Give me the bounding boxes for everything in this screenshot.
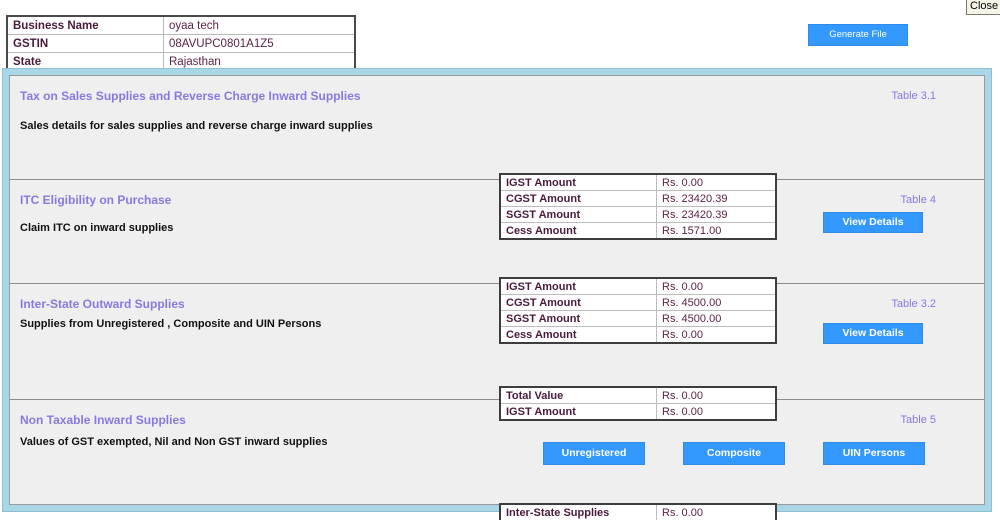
amount-label: IGST Amount xyxy=(499,403,657,421)
amount-value: Rs. 0.00 xyxy=(656,503,777,520)
table-row: Total Value Rs. 0.00 xyxy=(499,386,777,404)
section-description: Claim ITC on inward supplies xyxy=(20,222,174,234)
section-table-label: Table 5 xyxy=(900,414,936,426)
table-row: GSTIN 08AVUPC0801A1Z5 xyxy=(6,34,356,53)
business-name-label: Business Name xyxy=(6,15,164,35)
uin-persons-button[interactable]: UIN Persons xyxy=(823,442,925,465)
table-row: IGST Amount Rs. 0.00 xyxy=(499,173,777,191)
table-row: Cess Amount Rs. 1571.00 xyxy=(499,222,777,240)
table-row: SGST Amount Rs. 4500.00 xyxy=(499,310,777,327)
amount-label: SGST Amount xyxy=(499,206,657,223)
amount-value: Rs. 0.00 xyxy=(656,173,777,191)
amount-value: Rs. 0.00 xyxy=(656,277,777,295)
section-title: Inter-State Outward Supplies xyxy=(20,297,185,311)
amount-label: SGST Amount xyxy=(499,310,657,327)
business-info-table: Business Name oyaa tech GSTIN 08AVUPC080… xyxy=(6,15,356,72)
table-row: SGST Amount Rs. 23420.39 xyxy=(499,206,777,223)
returns-panel: Tax on Sales Supplies and Reverse Charge… xyxy=(2,68,992,520)
amount-value: Rs. 23420.39 xyxy=(656,206,777,223)
amount-label: IGST Amount xyxy=(499,173,657,191)
section-table-label: Table 3.2 xyxy=(891,298,936,310)
gst-return-summary-screen: Close Business Name oyaa tech GSTIN 08AV… xyxy=(0,0,1000,520)
composite-button[interactable]: Composite xyxy=(683,442,785,465)
table-row: Cess Amount Rs. 0.00 xyxy=(499,326,777,344)
amount-label: CGST Amount xyxy=(499,294,657,311)
section-tax-on-sales-supplies: Tax on Sales Supplies and Reverse Charge… xyxy=(10,76,984,180)
itc-eligibility-amount-table: IGST Amount Rs. 0.00 CGST Amount Rs. 450… xyxy=(499,277,777,344)
inter-state-outward-amount-table: Total Value Rs. 0.00 IGST Amount Rs. 0.0… xyxy=(499,386,777,421)
table-row: Business Name oyaa tech xyxy=(6,15,356,35)
section-title: Tax on Sales Supplies and Reverse Charge… xyxy=(20,89,361,103)
section-table-label: Table 3.1 xyxy=(891,90,936,102)
amount-value: Rs. 4500.00 xyxy=(656,310,777,327)
section-description: Supplies from Unregistered , Composite a… xyxy=(20,318,322,330)
gstin-label: GSTIN xyxy=(6,34,164,53)
tax-on-sales-amount-table: IGST Amount Rs. 0.00 CGST Amount Rs. 234… xyxy=(499,173,777,240)
section-description: Sales details for sales supplies and rev… xyxy=(20,120,373,132)
amount-label: Cess Amount xyxy=(499,326,657,344)
unregistered-button[interactable]: Unregistered xyxy=(543,442,645,465)
view-details-button-tax-on-sales[interactable]: View Details xyxy=(823,212,923,233)
view-details-button-itc-eligibility[interactable]: View Details xyxy=(823,323,923,344)
business-name-value: oyaa tech xyxy=(163,15,356,35)
amount-value: Rs. 0.00 xyxy=(656,326,777,344)
section-title: Non Taxable Inward Supplies xyxy=(20,413,186,427)
table-row: CGST Amount Rs. 4500.00 xyxy=(499,294,777,311)
table-row: Inter-State Supplies Rs. 0.00 xyxy=(499,503,777,520)
table-row: CGST Amount Rs. 23420.39 xyxy=(499,190,777,207)
section-table-label: Table 4 xyxy=(900,194,936,206)
table-row: IGST Amount Rs. 0.00 xyxy=(499,403,777,421)
returns-panel-inner: Tax on Sales Supplies and Reverse Charge… xyxy=(9,75,985,505)
amount-value: Rs. 0.00 xyxy=(656,403,777,421)
close-button[interactable]: Close xyxy=(966,0,1000,15)
amount-value: Rs. 1571.00 xyxy=(656,222,777,240)
section-title: ITC Eligibility on Purchase xyxy=(20,193,172,207)
gstin-value: 08AVUPC0801A1Z5 xyxy=(163,34,356,53)
generate-file-button[interactable]: Generate File xyxy=(808,24,908,46)
table-row: IGST Amount Rs. 0.00 xyxy=(499,277,777,295)
section-description: Values of GST exempted, Nil and Non GST … xyxy=(20,436,328,448)
amount-value: Rs. 0.00 xyxy=(656,386,777,404)
amount-label: Cess Amount xyxy=(499,222,657,240)
amount-label: Total Value xyxy=(499,386,657,404)
amount-label: CGST Amount xyxy=(499,190,657,207)
amount-value: Rs. 23420.39 xyxy=(656,190,777,207)
amount-value: Rs. 4500.00 xyxy=(656,294,777,311)
amount-label: Inter-State Supplies xyxy=(499,503,657,520)
non-taxable-inward-amount-table: Inter-State Supplies Rs. 0.00 Intra-Stat… xyxy=(499,503,777,520)
amount-label: IGST Amount xyxy=(499,277,657,295)
